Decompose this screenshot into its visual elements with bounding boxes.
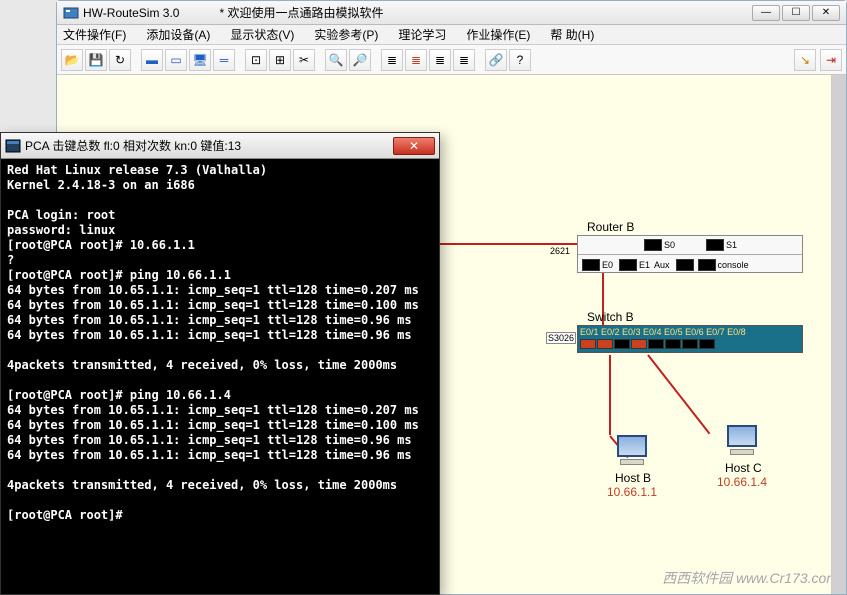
- terminal-title: PCA 击键总数 fl:0 相对次数 kn:0 键值:13: [25, 137, 393, 154]
- port-s1: S1: [726, 240, 737, 250]
- scrollbar-thumb[interactable]: [832, 75, 846, 594]
- list-3-button[interactable]: ≣: [429, 49, 451, 71]
- window-title: HW-RouteSim 3.0: [83, 6, 179, 20]
- action-2-button[interactable]: ⇥: [820, 49, 842, 71]
- main-titlebar[interactable]: HW-RouteSim 3.0 * 欢迎使用一点通路由模拟软件 — ☐ ✕: [57, 1, 846, 25]
- host-icon: 🖥: [192, 53, 207, 67]
- terminal-body[interactable]: Red Hat Linux release 7.3 (Valhalla) Ker…: [1, 159, 439, 594]
- window-subtitle: * 欢迎使用一点通路由模拟软件: [219, 4, 383, 21]
- switch-label: Switch B: [587, 310, 634, 324]
- folder-open-icon: 📂: [65, 53, 80, 67]
- save-icon: 💾: [89, 53, 104, 67]
- menu-theory[interactable]: 理论学习: [398, 26, 446, 43]
- open-button[interactable]: 📂: [61, 49, 83, 71]
- port-icon: [698, 259, 716, 271]
- computer-base-icon: [620, 459, 644, 465]
- watermark: 西西软件园 www.Cr173.com: [662, 568, 838, 588]
- toolbar: 📂 💾 ↻ ▬ ▭ 🖥 ═ ⊡ ⊞ ✂ 🔍 🔎 ≣ ≣ ≣ ≣ 🔗 ? ↘ ⇥: [57, 45, 846, 75]
- list-2-button[interactable]: ≣: [405, 49, 427, 71]
- sw-port-icon: [699, 339, 715, 349]
- host-c-device[interactable]: [722, 425, 762, 461]
- list-4-button[interactable]: ≣: [453, 49, 475, 71]
- router-label: Router B: [587, 220, 634, 234]
- host-c-label: Host C: [725, 461, 762, 475]
- port-icon: [644, 239, 662, 251]
- app-icon: [63, 5, 79, 21]
- tool-b-button[interactable]: ⊞: [269, 49, 291, 71]
- sw-port-icon: [631, 339, 647, 349]
- wire-switch-hostb-v: [609, 355, 611, 435]
- port-e0: E0: [602, 260, 613, 270]
- switch-port-row: [580, 339, 800, 349]
- port-icon: [706, 239, 724, 251]
- add-link-button[interactable]: ═: [213, 49, 235, 71]
- window-controls: — ☐ ✕: [752, 5, 840, 21]
- port-aux: Aux: [654, 260, 670, 270]
- monitor-icon: [617, 435, 647, 457]
- terminal-icon: [5, 138, 21, 154]
- switch-icon: ▭: [170, 53, 181, 67]
- menu-help[interactable]: 帮 助(H): [550, 26, 594, 43]
- sw-port-icon: [580, 339, 596, 349]
- save-button[interactable]: 💾: [85, 49, 107, 71]
- sw-port-icon: [682, 339, 698, 349]
- terminal-titlebar[interactable]: PCA 击键总数 fl:0 相对次数 kn:0 键值:13 ✕: [1, 133, 439, 159]
- help-tool-button[interactable]: ?: [509, 49, 531, 71]
- vertical-scrollbar[interactable]: [831, 75, 846, 594]
- host-b-device[interactable]: [612, 435, 652, 471]
- host-b-label: Host B: [615, 471, 651, 485]
- menu-experiment[interactable]: 实验参考(P): [314, 26, 378, 43]
- port-icon: [582, 259, 600, 271]
- minimize-button[interactable]: —: [752, 5, 780, 21]
- monitor-icon: [727, 425, 757, 447]
- port-icon: [619, 259, 637, 271]
- refresh-icon: ↻: [115, 53, 125, 67]
- menubar: 文件操作(F) 添加设备(A) 显示状态(V) 实验参考(P) 理论学习 作业操…: [57, 25, 846, 45]
- menu-file[interactable]: 文件操作(F): [63, 26, 126, 43]
- host-b-ip: 10.66.1.1: [607, 485, 657, 499]
- add-switch-button[interactable]: ▭: [165, 49, 187, 71]
- wire-switch-hostc: [647, 354, 710, 434]
- host-c-ip: 10.66.1.4: [717, 475, 767, 489]
- switch-model: S3026: [546, 332, 576, 344]
- add-host-button[interactable]: 🖥: [189, 49, 211, 71]
- sw-port-icon: [614, 339, 630, 349]
- port-console: console: [718, 260, 749, 270]
- sw-port-icon: [597, 339, 613, 349]
- action-1-button[interactable]: ↘: [794, 49, 816, 71]
- sw-port-icon: [665, 339, 681, 349]
- port-e1: E1: [639, 260, 650, 270]
- zoom-out-icon: 🔍: [329, 53, 344, 67]
- port-icon: [676, 259, 694, 271]
- switch-device[interactable]: S3026 E0/1 E0/2 E0/3 E0/4 E0/5 E0/6 E0/7…: [577, 325, 803, 353]
- help-icon: ?: [517, 53, 524, 67]
- sw-port-icon: [648, 339, 664, 349]
- add-router-button[interactable]: ▬: [141, 49, 163, 71]
- router-icon: ▬: [146, 53, 158, 67]
- wire-router-switch: [602, 273, 604, 333]
- terminal-close-button[interactable]: ✕: [393, 137, 435, 155]
- router-model: 2621: [550, 246, 570, 256]
- menu-task[interactable]: 作业操作(E): [466, 26, 530, 43]
- zoom-in-button[interactable]: 🔎: [349, 49, 371, 71]
- tool-c-button[interactable]: ✂: [293, 49, 315, 71]
- link-tool-button[interactable]: 🔗: [485, 49, 507, 71]
- port-s0: S0: [664, 240, 675, 250]
- close-icon: ✕: [409, 139, 419, 153]
- terminal-window: PCA 击键总数 fl:0 相对次数 kn:0 键值:13 ✕ Red Hat …: [0, 132, 440, 595]
- router-device[interactable]: 2621 S0 S1 E0 E1 Aux console: [577, 235, 803, 273]
- close-button[interactable]: ✕: [812, 5, 840, 21]
- menu-add-device[interactable]: 添加设备(A): [146, 26, 210, 43]
- tool-a-button[interactable]: ⊡: [245, 49, 267, 71]
- refresh-button[interactable]: ↻: [109, 49, 131, 71]
- switch-port-labels: E0/1 E0/2 E0/3 E0/4 E0/5 E0/6 E0/7 E0/8: [580, 327, 800, 337]
- maximize-button[interactable]: ☐: [782, 5, 810, 21]
- list-1-button[interactable]: ≣: [381, 49, 403, 71]
- zoom-out-button[interactable]: 🔍: [325, 49, 347, 71]
- link-icon: ═: [220, 53, 229, 67]
- computer-base-icon: [730, 449, 754, 455]
- zoom-in-icon: 🔎: [353, 53, 368, 67]
- menu-view-status[interactable]: 显示状态(V): [230, 26, 294, 43]
